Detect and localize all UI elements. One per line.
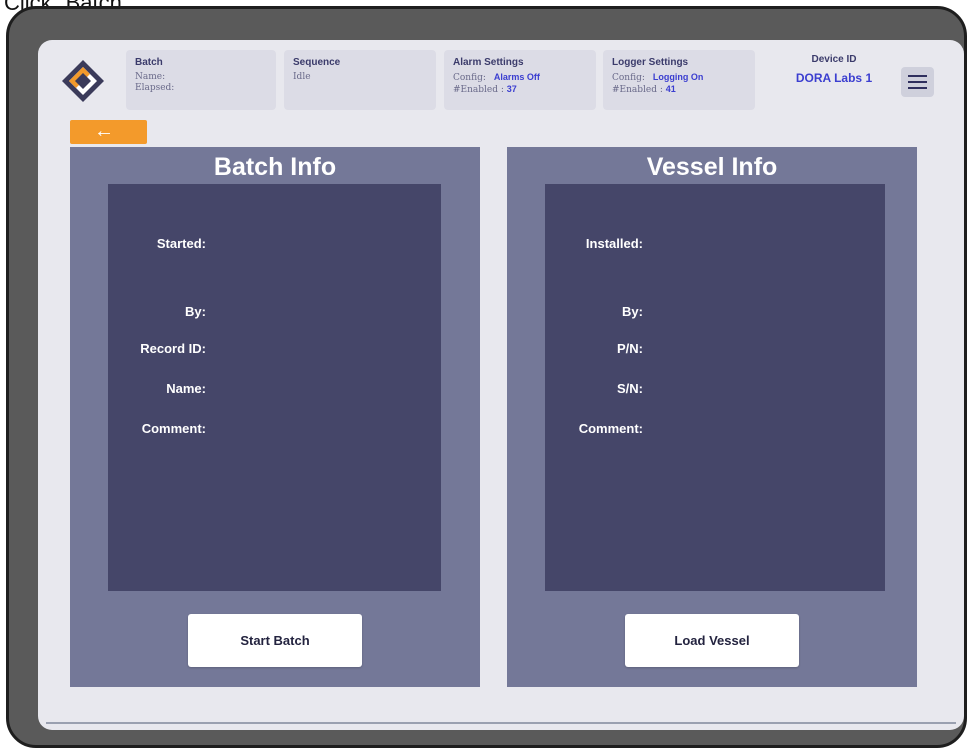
device-id: Device ID DORA Labs 1 — [774, 54, 894, 85]
header-alarm-enabled: #Enabled : 37 — [453, 84, 596, 95]
header-logger-config: Config: Logging On — [612, 72, 755, 83]
header-logger-enabled: #Enabled : 41 — [612, 84, 755, 95]
screen-divider — [46, 722, 956, 724]
vessel-comment-label: Comment: — [578, 421, 643, 436]
batch-started-label: Started: — [156, 236, 206, 251]
header-logger-title: Logger Settings — [612, 57, 689, 68]
back-arrow-button[interactable]: ← — [70, 120, 147, 144]
start-batch-button[interactable]: Start Batch — [188, 614, 362, 667]
header-logger-card[interactable]: Logger Settings Config: Logging On #Enabl… — [603, 50, 755, 110]
header-batch-name-label: Name: — [135, 72, 166, 82]
header-logger-enabled-value: 41 — [665, 84, 676, 94]
app-screen: Batch Name: Elapsed: Sequence Idle Alarm… — [38, 40, 964, 730]
batch-record-id-label: Record ID: — [140, 341, 206, 356]
vessel-installed-label: Installed: — [585, 236, 643, 251]
header-alarm-config: Config: Alarms Off — [453, 72, 596, 83]
batch-info-content: Started: By: Record ID: Name: Comment: — [108, 184, 441, 591]
header-sequence-title: Sequence — [293, 57, 341, 68]
header-logger-config-label: Config: — [612, 73, 645, 83]
load-vessel-button[interactable]: Load Vessel — [625, 614, 799, 667]
batch-comment-label: Comment: — [141, 421, 206, 436]
header-alarm-config-label: Config: — [453, 73, 486, 83]
header-batch-elapsed-label: Elapsed: — [135, 83, 175, 93]
header-alarm-config-value: Alarms Off — [493, 72, 540, 82]
header-batch-title: Batch — [135, 57, 163, 68]
header-sequence-card[interactable]: Sequence Idle — [284, 50, 436, 110]
app-logo-icon — [62, 60, 104, 102]
header-logger-enabled-label: #Enabled : — [612, 85, 666, 95]
vessel-info-title: Vessel Info — [646, 153, 778, 181]
batch-info-panel: Batch Info Started: By: Record ID: Name:… — [70, 147, 480, 687]
header-sequence-status: Idle — [293, 72, 311, 82]
header-alarm-enabled-value: 37 — [506, 84, 517, 94]
batch-by-label: By: — [185, 304, 206, 319]
device-id-value: DORA Labs 1 — [795, 71, 873, 85]
vessel-sn-label: S/N: — [617, 381, 643, 396]
header-batch-card[interactable]: Batch Name: Elapsed: — [126, 50, 276, 110]
device-id-title: Device ID — [811, 54, 857, 65]
header-alarm-title: Alarm Settings — [453, 57, 524, 68]
batch-name-label: Name: — [166, 381, 206, 396]
batch-info-title: Batch Info — [213, 153, 337, 181]
header-alarm-enabled-label: #Enabled : — [453, 85, 507, 95]
header-logger-config-value: Logging On — [652, 72, 704, 82]
vessel-info-panel: Vessel Info Installed: By: P/N: S/N: Com… — [507, 147, 917, 687]
hamburger-menu-icon[interactable] — [901, 67, 934, 97]
tablet-frame: Batch Name: Elapsed: Sequence Idle Alarm… — [6, 6, 967, 748]
header-alarm-card[interactable]: Alarm Settings Config: Alarms Off #Enable… — [444, 50, 596, 110]
vessel-pn-label: P/N: — [617, 341, 643, 356]
vessel-by-label: By: — [622, 304, 643, 319]
vessel-info-content: Installed: By: P/N: S/N: Comment: — [545, 184, 885, 591]
